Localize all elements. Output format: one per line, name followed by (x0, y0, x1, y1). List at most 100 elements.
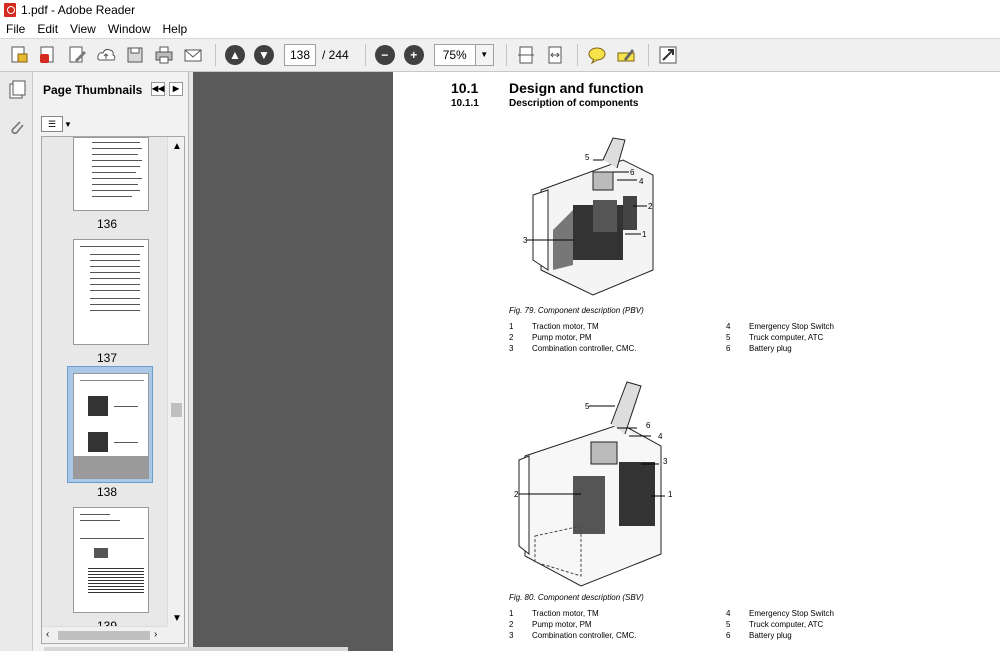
print-icon (155, 46, 173, 64)
thumbnail-options-button[interactable]: ☰ (41, 116, 63, 132)
edit-button[interactable] (64, 42, 90, 68)
zoom-input[interactable]: 75% (433, 44, 476, 66)
callout-label: 4 (639, 177, 644, 186)
zoom-dropdown[interactable]: ▼ (475, 44, 494, 66)
figure-caption: Fig. 80. Component description (SBV) (509, 593, 644, 602)
thumbnail-label: 137 (96, 351, 118, 365)
edit-icon (69, 46, 86, 63)
print-button[interactable] (151, 42, 177, 68)
menu-help[interactable]: Help (157, 22, 194, 36)
save-icon (127, 47, 143, 63)
scroll-right-icon[interactable]: › (154, 629, 157, 640)
figure-legend-left: 1 Traction motor, TM 2 Pump motor, PM 3 Com… (509, 609, 637, 640)
chevron-down-icon[interactable]: ▼ (64, 120, 72, 129)
page-number-input[interactable]: 138 (284, 44, 316, 66)
document-viewport[interactable]: 10.1 Design and function 10.1.1 Descript… (193, 72, 1000, 651)
zoom-out-button[interactable]: − (372, 42, 398, 68)
thumbnail-page-138[interactable] (73, 373, 149, 479)
subsection-number: 10.1.1 (451, 98, 479, 109)
thumbnail-list[interactable]: 136 137 138 ▲ ▼ ‹ › (41, 136, 185, 644)
adobe-reader-icon (4, 3, 16, 17)
thumbnail-hscrollbar[interactable]: ‹ › (42, 626, 169, 643)
callout-label: 1 (668, 490, 673, 499)
create-pdf-button[interactable] (6, 42, 32, 68)
pdf-page: 10.1 Design and function 10.1.1 Descript… (393, 72, 1000, 651)
scroll-up-icon[interactable]: ▲ (172, 141, 182, 152)
next-page-button[interactable]: ▼ (251, 42, 277, 68)
callout-label: 5 (585, 153, 590, 162)
expand-button[interactable] (655, 42, 681, 68)
figure-legend-left: 1 Traction motor, TM 2 Pump motor, PM 3 Com… (509, 322, 637, 353)
panel-header: Page Thumbnails ◀◀ ▶ (33, 72, 188, 108)
highlight-icon (617, 49, 635, 62)
menu-window[interactable]: Window (102, 22, 157, 36)
callout-label: 3 (663, 457, 668, 466)
thumbnail-label: 138 (96, 485, 118, 499)
callout-label: 3 (523, 236, 528, 245)
toolbar-separator (215, 44, 216, 66)
thumbnail-page-136[interactable] (73, 137, 149, 211)
callout-label: 1 (642, 230, 647, 239)
figure-legend-right: 4 Emergency Stop Switch 5 Truck computer, … (726, 322, 834, 353)
attachments-icon[interactable] (8, 118, 26, 138)
zoom-in-icon: + (403, 45, 424, 65)
collapse-panel-button[interactable]: ◀◀ (151, 82, 165, 96)
navigation-rail (0, 72, 33, 651)
section-number: 10.1 (451, 80, 479, 96)
fit-page-icon (517, 46, 534, 64)
toolbar-separator (505, 44, 507, 66)
options-icon: ☰ (47, 119, 57, 129)
save-button[interactable] (122, 42, 148, 68)
comment-button[interactable] (584, 42, 610, 68)
callout-label: 6 (646, 421, 651, 430)
toolbar: ▲ ▼ 138 / 244 − + 75% ▼ (0, 38, 1000, 72)
callout-label: 5 (585, 402, 590, 411)
highlight-button[interactable] (613, 42, 639, 68)
toolbar-separator (576, 44, 578, 66)
fit-width-button[interactable] (542, 42, 568, 68)
figure-sbv-illustration (518, 381, 665, 587)
horizontal-scroll-indicator (44, 647, 348, 651)
menu-view[interactable]: View (64, 22, 102, 36)
email-icon (184, 49, 202, 62)
callout-label: 4 (658, 432, 663, 441)
chevron-down-icon: ▼ (480, 50, 489, 59)
prev-page-icon: ▲ (225, 45, 245, 65)
panel-title: Page Thumbnails (43, 83, 143, 97)
menu-edit[interactable]: Edit (31, 22, 64, 36)
menu-bar: File Edit View Window Help (0, 20, 1000, 38)
scroll-down-icon[interactable]: ▼ (172, 613, 182, 624)
title-bar: 1.pdf - Adobe Reader (0, 0, 1000, 20)
expand-icon (659, 46, 677, 64)
menu-file[interactable]: File (0, 22, 31, 36)
section-title: Design and function (509, 80, 644, 96)
thumbnail-page-139[interactable] (73, 507, 149, 613)
page-total: / 244 (322, 48, 349, 62)
next-page-icon: ▼ (254, 45, 274, 65)
zoom-in-button[interactable]: + (401, 42, 427, 68)
comment-icon (588, 47, 606, 65)
fit-page-button[interactable] (513, 42, 539, 68)
thumbnail-label: 136 (96, 217, 118, 231)
cloud-button[interactable] (93, 42, 119, 68)
callout-label: 2 (514, 490, 519, 499)
figure-legend-right: 4 Emergency Stop Switch 5 Truck computer, … (726, 609, 834, 640)
thumbnail-page-137[interactable] (73, 239, 149, 345)
create-pdf-icon (11, 46, 28, 63)
subsection-title: Description of components (509, 98, 639, 109)
cloud-icon (97, 48, 116, 61)
thumbnails-panel: Page Thumbnails ◀◀ ▶ ☰ ▼ 136 137 138 ▲ ▼… (33, 72, 189, 651)
toolbar-separator (647, 44, 649, 66)
hscrollbar-thumb[interactable] (58, 631, 150, 640)
page-thumbnails-icon[interactable] (8, 80, 26, 100)
thumbnail-scrollbar[interactable]: ▲ ▼ (167, 137, 184, 643)
figure-caption: Fig. 79. Component description (PBV) (509, 306, 644, 315)
open-button[interactable] (35, 42, 61, 68)
open-icon (40, 46, 54, 63)
expand-panel-button[interactable]: ▶ (169, 82, 183, 96)
email-button[interactable] (180, 42, 206, 68)
scroll-left-icon[interactable]: ‹ (46, 629, 49, 640)
toolbar-separator (364, 44, 366, 66)
scrollbar-thumb[interactable] (171, 403, 182, 417)
prev-page-button[interactable]: ▲ (222, 42, 248, 68)
